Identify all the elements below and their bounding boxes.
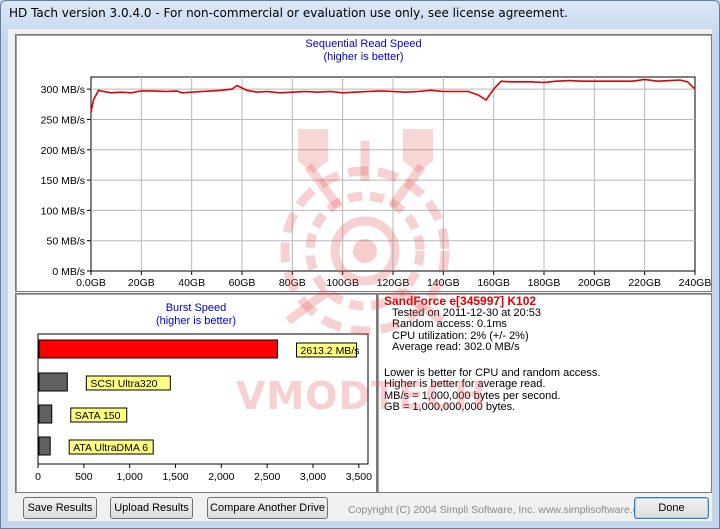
x-tick-label: 100GB [326, 277, 359, 289]
burst-chart: 0 500 1,000 1,500 2,000 2,500 3,000 3,500 2613.2… [35, 333, 372, 483]
x-tick-label: 240GB [679, 277, 711, 289]
save-results-label: Save Results [27, 502, 93, 514]
x-tick-label: 3,500 [346, 471, 372, 483]
x-tick-label: 0.0GB [76, 277, 106, 289]
burst-bar-label: 2613.2 MB/s [301, 345, 360, 357]
burst-bar-label: SATA 150 [75, 410, 121, 422]
hdtach-window: HD Tach version 3.0.4.0 - For non-commer… [0, 0, 720, 529]
upload-results-label: Upload Results [114, 502, 189, 514]
y-tick-label: 150 MB/s [41, 175, 85, 187]
x-tick-label: 2,000 [208, 471, 234, 483]
x-tick-label: 200GB [578, 277, 611, 289]
note-line: GB = 1,000,000,000 bytes. [384, 401, 516, 413]
burst-bar [38, 372, 68, 392]
save-results-button[interactable]: Save Results [23, 497, 97, 519]
sequential-chart: 0 MB/s50 MB/s100 MB/s150 MB/s200 MB/s250… [41, 76, 711, 289]
done-button[interactable]: Done [634, 497, 709, 519]
y-tick-label: 100 MB/s [41, 205, 85, 217]
y-tick-label: 200 MB/s [41, 145, 85, 157]
burst-bar [38, 436, 51, 456]
burst-bar [38, 339, 279, 359]
compare-drive-label: Compare Another Drive [210, 502, 325, 514]
x-tick-label: 140GB [427, 277, 460, 289]
x-tick-label: 0 [35, 471, 41, 483]
x-tick-label: 1,000 [117, 471, 143, 483]
x-tick-label: 180GB [528, 277, 561, 289]
compare-drive-button[interactable]: Compare Another Drive [207, 497, 328, 519]
x-tick-label: 80GB [279, 277, 306, 289]
x-tick-label: 20GB [128, 277, 155, 289]
x-tick-label: 40GB [178, 277, 205, 289]
drive-name: SandForce e[345997] K102 [384, 294, 537, 308]
y-tick-label: 250 MB/s [41, 114, 85, 126]
x-tick-label: 120GB [377, 277, 410, 289]
upload-results-button[interactable]: Upload Results [110, 497, 193, 519]
sequential-read-panel: Sequential Read Speed (higher is better)… [15, 34, 712, 292]
x-tick-label: 1,500 [162, 471, 188, 483]
client-area: Sequential Read Speed (higher is better)… [8, 29, 712, 521]
x-tick-label: 220GB [628, 277, 661, 289]
x-tick-label: 500 [75, 471, 93, 483]
results-panel: SandForce e[345997] K102 Tested on 2011-… [377, 293, 712, 493]
button-row: Save Results Upload Results Compare Anot… [8, 495, 712, 521]
y-tick-label: 300 MB/s [41, 84, 85, 96]
notes: Lower is better for CPU and random acces… [384, 367, 600, 414]
x-tick-label: 160GB [477, 277, 510, 289]
note-line: Higher is better for average read. [384, 378, 546, 390]
burst-speed-panel: Burst Speed (higher is better) 0 500 1,000… [15, 293, 377, 493]
results-info: SandForce e[345997] K102 Tested on 2011-… [384, 294, 600, 414]
x-tick-label: 2,500 [254, 471, 280, 483]
burst-bar-label: SCSI Ultra320 [90, 378, 157, 390]
burst-bar-label: ATA UltraDMA 6 [73, 442, 148, 454]
y-tick-label: 50 MB/s [46, 236, 85, 248]
done-label: Done [658, 502, 685, 514]
copyright-text: Copyright (C) 2004 Simpli Software, Inc.… [348, 504, 653, 516]
random-access: Random access: 0.1ms [392, 318, 507, 330]
burst-bar [38, 404, 53, 424]
x-tick-label: 3,000 [300, 471, 326, 483]
x-tick-label: 60GB [229, 277, 256, 289]
title-bar[interactable]: HD Tach version 3.0.4.0 - For non-commer… [1, 1, 719, 27]
average-read: Average read: 302.0 MB/s [392, 341, 520, 353]
window-title: HD Tach version 3.0.4.0 - For non-commer… [9, 6, 568, 20]
